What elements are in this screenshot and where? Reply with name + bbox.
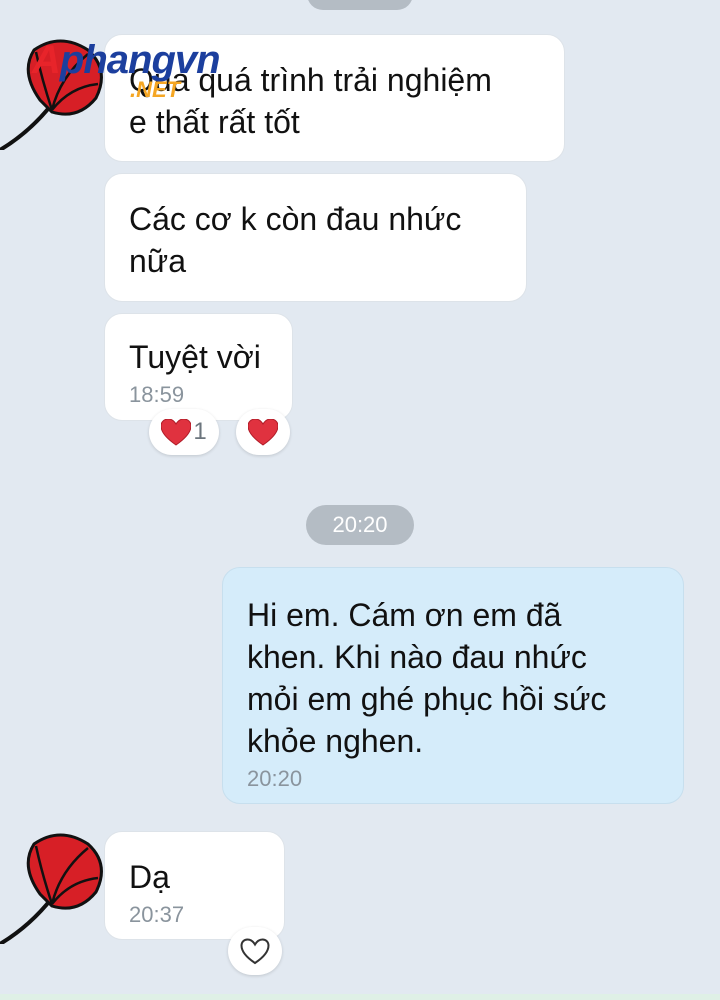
avatar-flower-icon[interactable] [0,826,110,944]
heart-outline-icon [240,937,270,964]
message-time: 18:59 [129,382,185,407]
reaction-count: 1 [193,418,207,445]
message-text: Dạ [129,859,170,895]
watermark-brand-text: Aphangvn [32,38,221,82]
message-time: 20:20 [247,766,303,791]
message-bubble-2[interactable]: Các cơ k còn đau nhức nữa [104,173,527,302]
watermark-logo: Aphangvn .NET [32,38,262,108]
message-text: Các cơ k còn đau nhức nữa [129,201,462,279]
message-text: Tuyệt vời [129,339,261,375]
date-separator: 20:20 [306,505,414,545]
watermark-brand-rest: phangvn [59,38,221,82]
bottom-strip [0,994,720,1000]
message-bubble-sent[interactable]: Hi em. Cám ơn em đã khen. Khi nào đau nh… [222,567,684,804]
watermark-suffix: .NET [130,77,181,102]
top-date-pill [307,0,413,10]
heart-icon [248,418,278,446]
reaction-heart-count[interactable]: 1 [149,409,219,455]
message-text: Hi em. Cám ơn em đã khen. Khi nào đau nh… [247,597,607,759]
message-bubble-5[interactable]: Dạ 20:37 [104,831,285,940]
heart-icon [161,418,192,446]
message-time: 20:37 [129,902,185,927]
message-bubble-3[interactable]: Tuyệt vời 18:59 [104,313,293,421]
reaction-heart-button[interactable] [236,409,290,455]
reaction-heart-outline-button[interactable] [228,927,282,975]
